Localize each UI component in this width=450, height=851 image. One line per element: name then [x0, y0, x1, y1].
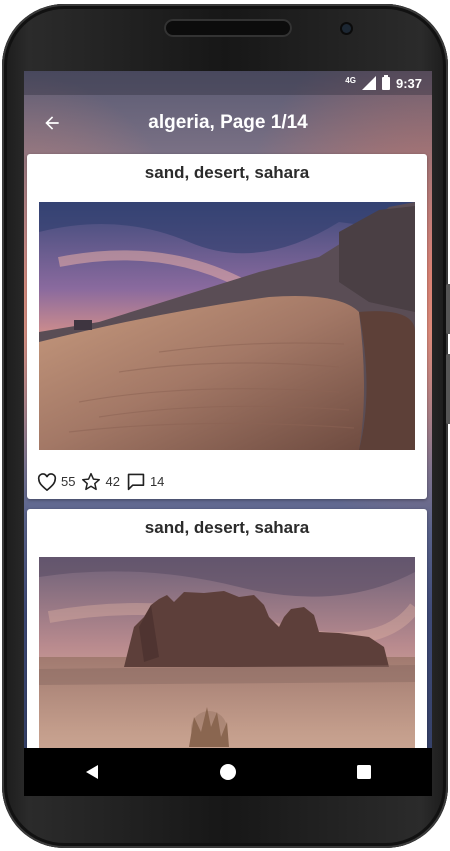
favorites-stat[interactable]: 42	[81, 472, 120, 491]
back-button[interactable]	[24, 95, 80, 151]
favorites-count: 42	[105, 474, 120, 489]
nav-recents-icon	[357, 765, 371, 779]
earpiece-speaker	[164, 19, 292, 37]
network-type: 4G	[345, 75, 356, 85]
status-bar: 4G 9:37	[24, 71, 432, 95]
volume-button	[446, 284, 450, 334]
nav-back-icon	[86, 765, 98, 779]
nav-recents-button[interactable]	[334, 752, 394, 792]
likes-stat[interactable]: 55	[37, 472, 76, 491]
card-title: sand, desert, sahara	[144, 163, 310, 182]
photo-card[interactable]: sand, desert, sahara	[27, 154, 427, 499]
nav-home-button[interactable]	[198, 752, 258, 792]
page-title: algeria, Page 1/14	[148, 112, 308, 133]
comments-count: 14	[149, 474, 165, 489]
battery-icon	[381, 74, 390, 90]
navigation-bar	[24, 748, 432, 796]
photo-stats: 55 42 14	[37, 472, 170, 491]
photo-image[interactable]	[39, 202, 415, 450]
screen: 4G 9:37 algeria, Page 1/14 sand, desert,…	[24, 71, 432, 796]
photo-list[interactable]: sand, desert, sahara 55 42 14 sand, dese…	[24, 151, 432, 796]
star-icon	[82, 472, 101, 491]
arrow-back-icon	[45, 116, 59, 130]
heart-icon	[37, 472, 57, 491]
comment-icon	[127, 473, 145, 491]
comments-stat[interactable]: 14	[126, 472, 164, 491]
card-title: sand, desert, sahara	[144, 518, 310, 537]
signal-icon	[361, 76, 376, 90]
power-button	[446, 354, 450, 424]
phone-frame: 4G 9:37 algeria, Page 1/14 sand, desert,…	[2, 4, 450, 848]
likes-count: 55	[61, 474, 76, 489]
nav-back-button[interactable]	[62, 752, 122, 792]
nav-home-icon	[220, 764, 236, 780]
desert-dunes-sunset-photo	[39, 202, 415, 450]
app-bar: algeria, Page 1/14	[24, 95, 432, 151]
clock: 9:37	[395, 75, 422, 91]
front-camera	[342, 24, 351, 33]
